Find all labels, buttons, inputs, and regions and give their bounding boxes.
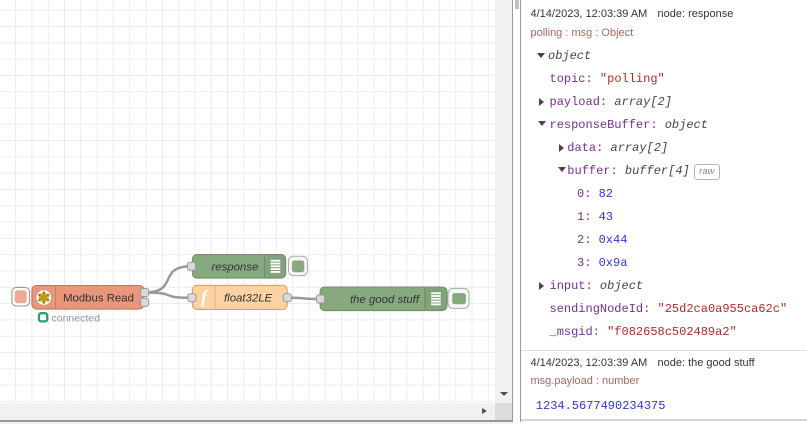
svg-text:connected: connected: [52, 312, 101, 324]
svg-text:Modbus Read: Modbus Read: [63, 292, 134, 304]
svg-text:the good stuff: the good stuff: [350, 294, 421, 306]
svg-text:float32LE: float32LE: [224, 293, 273, 305]
svg-text:response: response: [211, 261, 258, 273]
